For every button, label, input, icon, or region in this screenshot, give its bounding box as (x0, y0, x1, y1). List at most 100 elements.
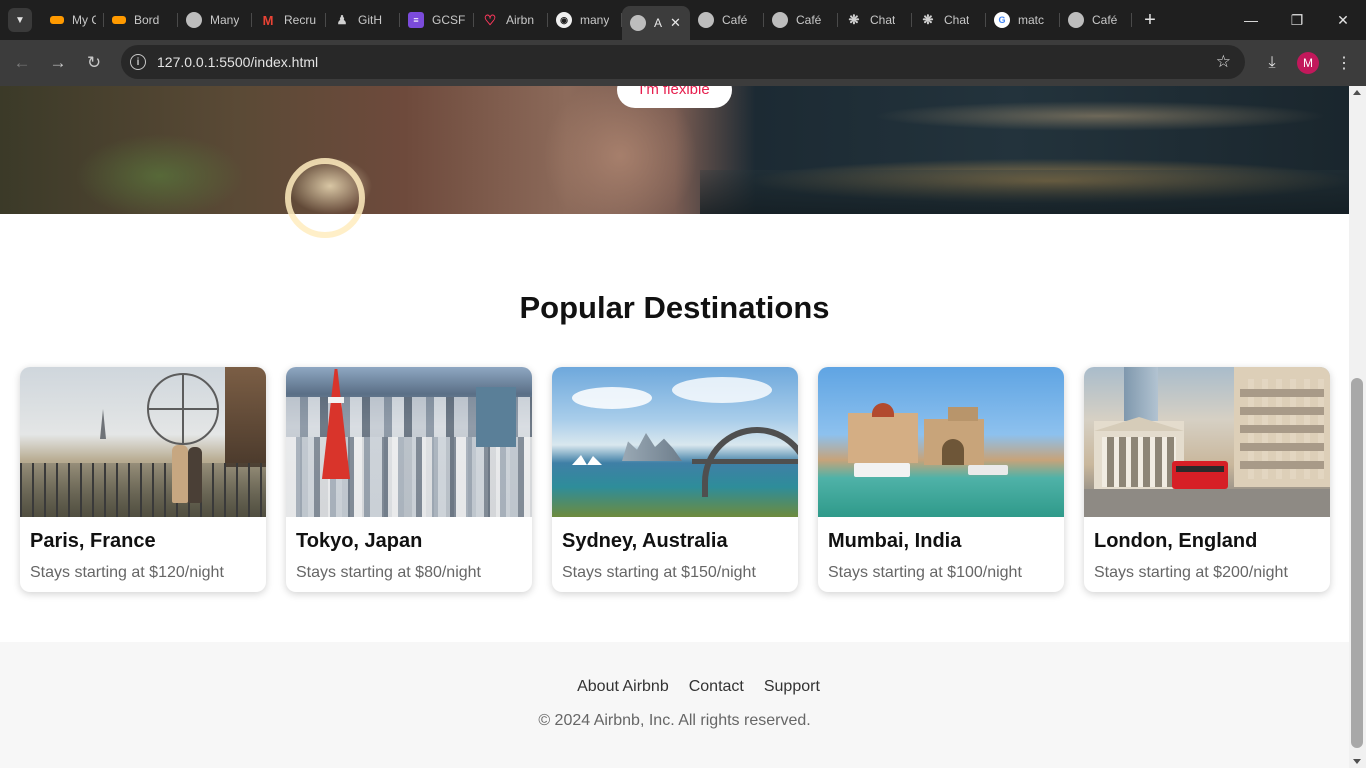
tab-title: GitH (358, 13, 382, 27)
browser-tab[interactable]: ≡ GCSF (400, 0, 474, 40)
footer-nav: About Airbnb Contact Support (0, 678, 1349, 696)
arrow-left-icon: ← (13, 53, 31, 72)
tab-title: many (580, 13, 610, 27)
back-button[interactable]: ← (4, 45, 40, 81)
browser-tab[interactable]: Many (178, 0, 252, 40)
download-icon: ⤓ (1268, 54, 1276, 71)
scroll-down-icon[interactable] (1353, 759, 1361, 764)
url-text[interactable]: 127.0.0.1:5500/index.html (157, 54, 318, 70)
copyright-text: © 2024 Airbnb, Inc. All rights reserved. (538, 712, 811, 729)
browser-tab[interactable]: ♟ GitH (326, 0, 400, 40)
site-footer: About Airbnb Contact Support © 2024 Airb… (0, 642, 1349, 768)
list-icon: ≡ (408, 12, 424, 28)
destination-card-london[interactable]: London, England Stays starting at $200/n… (1084, 367, 1330, 592)
browser-tab[interactable]: M Recru (252, 0, 326, 40)
minimize-button[interactable]: — (1228, 0, 1274, 40)
profile-button[interactable]: M (1290, 45, 1326, 81)
new-tab-button[interactable]: + (1136, 6, 1164, 34)
download-button[interactable]: ⤓ (1254, 45, 1290, 81)
tab-title: My C (72, 13, 96, 27)
browser-tab[interactable]: Bord (104, 0, 178, 40)
hero-banner: I'm flexible (0, 86, 1349, 238)
close-icon[interactable]: ✕ (670, 15, 681, 31)
destination-card-tokyo[interactable]: Tokyo, Japan Stays starting at $80/night (286, 367, 532, 592)
flexible-button[interactable]: I'm flexible (617, 86, 732, 108)
destination-price: Stays starting at $80/night (296, 564, 481, 581)
destination-price: Stays starting at $120/night (30, 564, 224, 581)
browser-tab-strip: ▼ My C Bord Many M Recru ♟ GitH ≡ GCSF ♡… (0, 0, 1366, 40)
destination-card-paris[interactable]: Paris, France Stays starting at $120/nig… (20, 367, 266, 592)
github-icon: ◉ (556, 12, 572, 28)
browser-tab-active[interactable]: A ✕ (622, 6, 690, 40)
browser-tab[interactable]: Café (690, 0, 764, 40)
destination-name: Mumbai, India (828, 530, 962, 552)
orange-logo-icon (50, 16, 64, 24)
openai-icon: ❋ (848, 12, 860, 27)
destination-name: Tokyo, Japan (296, 530, 423, 552)
browser-toolbar: ← → ↻ i 127.0.0.1:5500/index.html ☆ ⤓ M … (0, 40, 1366, 86)
destination-name: Paris, France (30, 530, 156, 552)
footer-link-about[interactable]: About Airbnb (577, 678, 669, 696)
close-window-button[interactable]: ✕ (1320, 0, 1366, 40)
tokyo-image (286, 367, 532, 517)
tab-title: Chat (944, 13, 970, 27)
destination-price: Stays starting at $150/night (562, 564, 756, 581)
browser-tab[interactable]: Café (1060, 0, 1132, 40)
browser-tab[interactable]: Café (764, 0, 838, 40)
arrow-right-icon: → (49, 53, 67, 72)
mumbai-image (818, 367, 1064, 517)
tab-search-button[interactable]: ▼ (8, 8, 32, 32)
tab-title: Recru (284, 13, 317, 27)
openai-icon: ❋ (922, 12, 934, 27)
destination-card-sydney[interactable]: Sydney, Australia Stays starting at $150… (552, 367, 798, 592)
tab-title: A (654, 16, 662, 30)
tab-title: matc (1018, 13, 1045, 27)
scrollbar-thumb[interactable] (1351, 378, 1363, 748)
globe-icon (630, 15, 646, 31)
orange-logo-icon (112, 16, 126, 24)
browser-tab[interactable]: G matc (986, 0, 1060, 40)
browser-tab[interactable]: ◉ many (548, 0, 622, 40)
globe-icon (772, 12, 788, 28)
avatar: M (1297, 52, 1319, 74)
sydney-image (552, 367, 798, 517)
restore-button[interactable]: ❐ (1274, 0, 1320, 40)
destination-price: Stays starting at $200/night (1094, 564, 1288, 581)
tab-title: Chat (870, 13, 896, 27)
more-vert-icon: ⋮ (1336, 55, 1352, 72)
tab-title: Café (722, 13, 748, 27)
browser-tab[interactable]: ♡ Airbn (474, 0, 548, 40)
reload-button[interactable]: ↻ (76, 45, 112, 81)
browser-tab[interactable]: My C (42, 0, 104, 40)
chevron-down-icon: ▼ (15, 14, 25, 26)
globe-icon (698, 12, 714, 28)
plus-icon: + (1144, 8, 1156, 31)
destination-card-mumbai[interactable]: Mumbai, India Stays starting at $100/nig… (818, 367, 1064, 592)
forward-button[interactable]: → (40, 45, 76, 81)
airbnb-icon: ♡ (483, 11, 497, 28)
destination-price: Stays starting at $100/night (828, 564, 1022, 581)
info-icon[interactable]: i (130, 54, 146, 70)
destination-name: London, England (1094, 530, 1258, 552)
scroll-up-icon[interactable] (1353, 90, 1361, 95)
hero-lit-archway (285, 158, 365, 238)
hero-river (700, 170, 1349, 214)
footer-link-contact[interactable]: Contact (689, 678, 744, 696)
tab-title: Café (1092, 13, 1118, 27)
browser-tab[interactable]: ❋ Chat (912, 0, 986, 40)
browser-tab[interactable]: ❋ Chat (838, 0, 912, 40)
address-bar[interactable]: i 127.0.0.1:5500/index.html ☆ (121, 45, 1245, 79)
destination-cards: Paris, France Stays starting at $120/nig… (20, 367, 1330, 592)
toolbar-actions: ⤓ M ⋮ (1254, 40, 1366, 86)
minimize-icon: — (1244, 12, 1258, 28)
page-viewport: I'm flexible Popular Destinations Paris,… (0, 86, 1349, 768)
footer-link-support[interactable]: Support (764, 678, 820, 696)
person-icon: ♟ (336, 13, 348, 27)
tab-title: Many (210, 13, 240, 27)
gmail-icon: M (262, 12, 274, 28)
menu-button[interactable]: ⋮ (1326, 45, 1362, 81)
paris-image (20, 367, 266, 517)
page-scrollbar[interactable] (1349, 86, 1366, 768)
globe-icon (1068, 12, 1084, 28)
star-icon[interactable]: ☆ (1216, 52, 1231, 72)
